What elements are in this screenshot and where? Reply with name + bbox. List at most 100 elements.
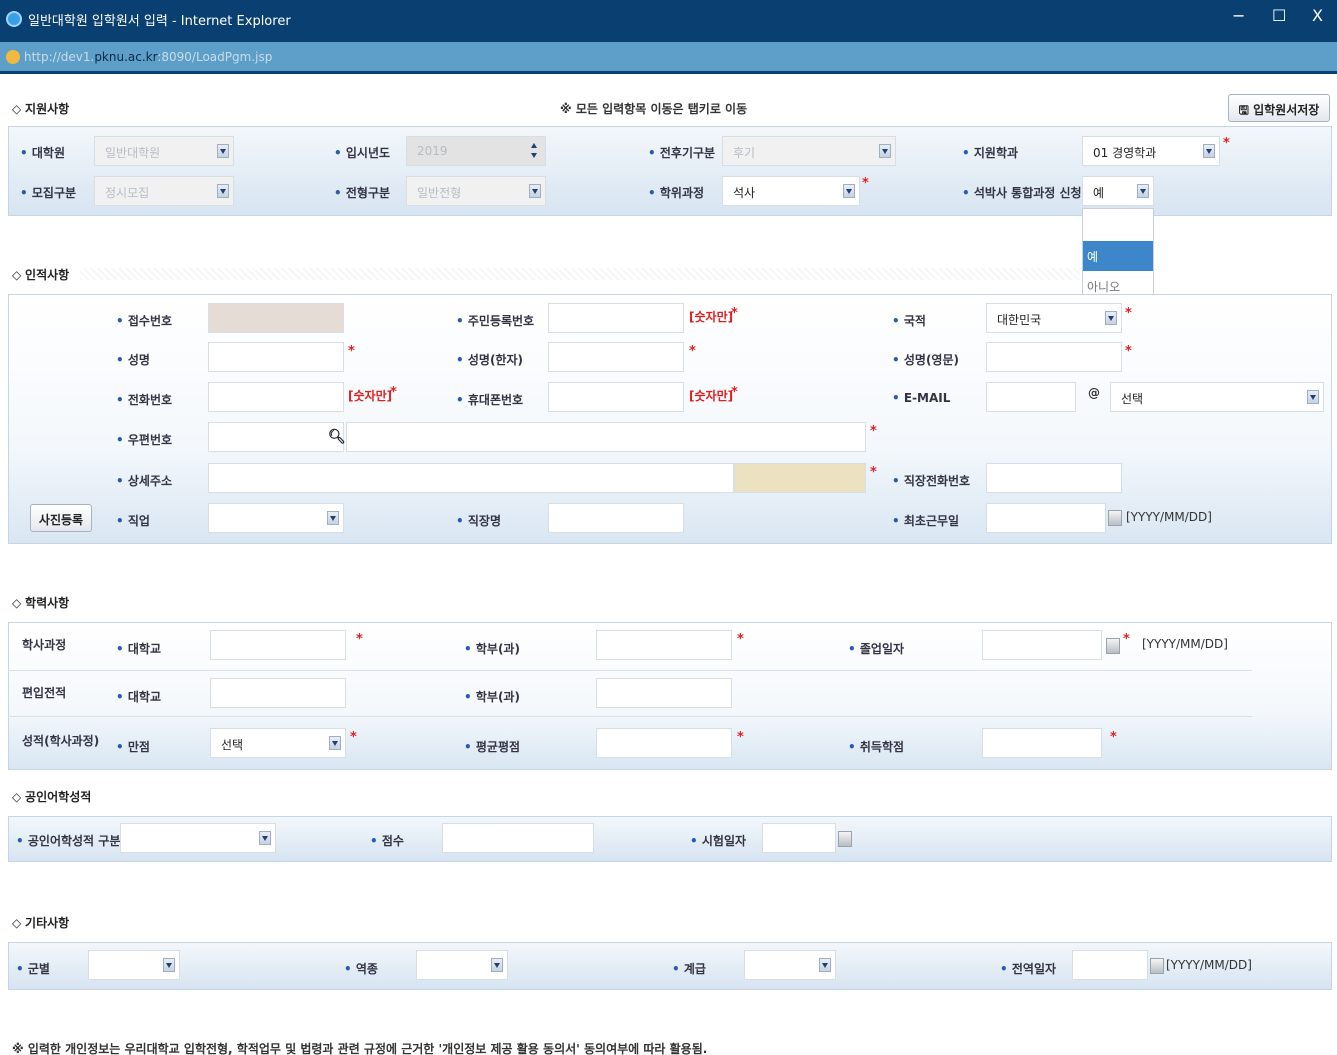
zip-field[interactable] [208,422,344,452]
name-hanja-field[interactable] [548,342,684,372]
score-field[interactable] [442,823,594,853]
rank-select[interactable] [744,950,836,980]
email-at-sign: @ [1088,386,1100,400]
transfer-university-field[interactable] [210,678,346,708]
gpa-label: 평균평점 [464,738,520,755]
name-eng-field[interactable] [986,342,1122,372]
required-mark: * [1123,632,1130,647]
required-mark: * [350,730,357,745]
required-mark: * [731,306,738,321]
required-mark: * [870,424,877,439]
year-spinner[interactable]: 2019 [406,136,546,166]
grad-date-format: [YYYY/MM/DD] [1142,637,1228,651]
credits-field[interactable] [982,728,1102,758]
page-icon [6,50,20,64]
test-date-field[interactable] [762,823,836,853]
discharge-label: 전역일자 [1000,960,1056,977]
row-divider [8,716,1252,717]
recruit-select[interactable]: 정시모집 [94,176,234,206]
apply-section-title: 지원사항 [12,100,69,117]
option-yes[interactable]: 예 [1083,241,1153,271]
spinner-icon [529,141,541,163]
military-select[interactable] [88,950,180,980]
nation-select[interactable]: 대한민국 [986,303,1122,333]
degree-select[interactable]: 석사 [722,176,860,206]
address-bar[interactable]: http://dev1.pknu.ac.kr:8090/LoadPgm.jsp [0,42,1337,74]
search-icon[interactable]: 🔍︎ [328,429,346,445]
save-application-button[interactable]: 🖫 입학원서저장 [1228,94,1330,122]
calendar-icon[interactable] [1150,958,1164,974]
work-phone-label: 직장전화번호 [892,472,970,489]
name-field[interactable] [208,342,344,372]
address-extra-field [734,463,866,493]
transfer-major-field[interactable] [596,678,732,708]
receipt-no-field [208,303,344,333]
chevron-down-icon [529,184,541,198]
bachelor-university-field[interactable] [210,630,346,660]
mobile-label: 휴대폰번호 [456,391,523,408]
name-hanja-label: 성명(한자) [456,351,523,368]
required-mark: * [390,385,397,400]
chevron-down-icon [327,511,339,525]
name-eng-label: 성명(영문) [892,351,959,368]
gpa-field[interactable] [596,728,732,758]
chevron-down-icon [491,958,503,972]
language-kind-select[interactable] [120,823,276,853]
full-score-select[interactable]: 선택 [210,728,346,758]
dept-select[interactable]: 01 경영학과 [1082,136,1220,166]
year-label: 입시년도 [334,144,390,161]
workplace-label: 직장명 [456,512,501,529]
window-title: 일반대학원 입학원서 입력 - Internet Explorer [28,14,291,29]
school-select[interactable]: 일반대학원 [94,136,234,166]
integrated-select[interactable]: 예 [1082,176,1154,206]
bachelor-row-label: 학사과정 [22,638,67,652]
save-application-label: 입학원서저장 [1253,103,1320,117]
address-detail-field[interactable] [208,463,734,493]
email-label: E-MAIL [892,391,951,405]
required-mark: * [870,465,877,480]
workplace-field[interactable] [548,503,684,533]
type-select[interactable]: 일반전형 [406,176,546,206]
chevron-down-icon [879,144,891,158]
required-mark: * [1125,306,1132,321]
chevron-down-icon [1105,311,1117,325]
email-id-field[interactable] [986,382,1076,412]
first-work-date-field[interactable] [986,503,1106,533]
email-domain-select[interactable]: 선택 [1110,382,1324,412]
bachelor-major-field[interactable] [596,630,732,660]
job-select[interactable] [208,503,344,533]
chevron-down-icon [1307,390,1319,404]
grad-date-field[interactable] [982,630,1102,660]
discharge-date-field[interactable] [1072,950,1148,980]
calendar-icon[interactable] [1106,638,1120,654]
chevron-down-icon [1137,184,1149,198]
address-main-field[interactable] [346,422,866,452]
grad-date-label: 졸업일자 [848,640,904,657]
calendar-icon[interactable] [1108,510,1122,526]
chevron-down-icon [259,831,271,845]
transfer-row-label: 편입전적 [22,686,67,700]
required-mark: * [356,632,363,647]
branch-select[interactable] [416,950,508,980]
phone-field[interactable] [208,382,344,412]
minimize-button[interactable]: − [1232,6,1245,25]
chevron-down-icon [843,184,855,198]
zip-label: 우편번호 [116,431,172,448]
school-label: 대학원 [20,144,65,161]
grades-row-label: 성적(학사과정) [22,734,100,748]
maximize-button[interactable]: ☐ [1272,6,1286,25]
resident-no-field[interactable] [548,303,684,333]
first-work-date-label: 최초근무일 [892,512,959,529]
calendar-icon[interactable] [838,831,852,847]
required-mark: * [689,344,696,359]
ie-icon [6,11,22,27]
option-blank[interactable] [1083,210,1153,240]
work-phone-field[interactable] [986,463,1122,493]
close-button[interactable]: X [1312,6,1323,25]
photo-register-button[interactable]: 사진등록 [30,504,92,532]
integrated-dropdown-list: 예 아니오 [1082,208,1154,300]
mobile-field[interactable] [548,382,684,412]
window-titlebar: 일반대학원 입학원서 입력 - Internet Explorer − ☐ X [0,0,1337,42]
required-mark: * [862,176,869,191]
period-select[interactable]: 후기 [722,136,896,166]
